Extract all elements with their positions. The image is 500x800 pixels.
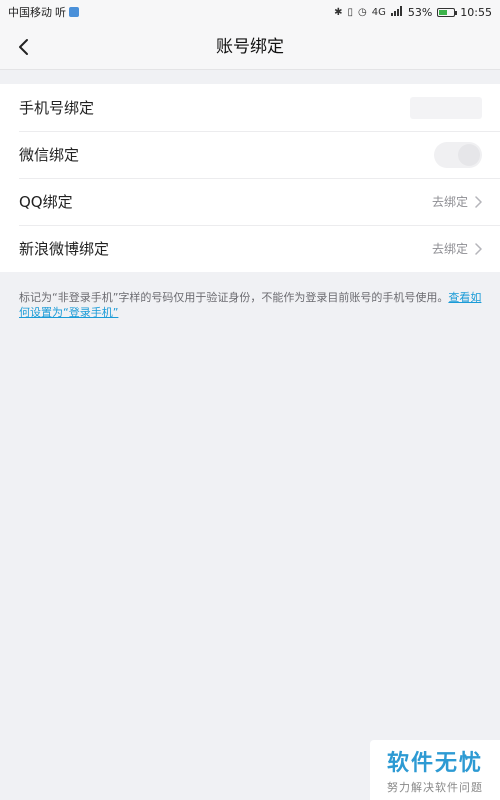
wechat-toggle[interactable]: [434, 141, 482, 168]
watermark-subtitle: 努力解决软件问题: [387, 781, 483, 794]
status-indicators: ✱ ▯ ◷ 4G 53% 10:55: [334, 5, 492, 19]
watermark-title: 软件无忧: [386, 751, 483, 776]
status-bar: 中国移动 听 ✱ ▯ ◷ 4G 53% 10:55: [0, 0, 500, 24]
signal-icon: [390, 5, 403, 19]
carrier-name: 中国移动: [8, 6, 52, 19]
alarm-icon: ◷: [357, 6, 367, 18]
binding-label: QQ绑定: [19, 193, 73, 211]
binding-label: 微信绑定: [19, 146, 80, 164]
login-phone-note: 标记为“非登录手机”字样的号码仅用于验证身份，不能作为登录目前账号的手机号使用。…: [19, 290, 484, 320]
chevron-right-icon: [474, 195, 482, 208]
toggle-knob: [458, 143, 480, 166]
chevron-left-icon: [19, 39, 28, 55]
nav-bar: 账号绑定: [0, 24, 500, 70]
binding-list: 手机号绑定 微信绑定 QQ绑定 去绑定 新浪微博绑定 去绑定: [0, 84, 500, 272]
chevron-right-icon: [474, 242, 482, 255]
app-badge-icon: [69, 7, 79, 17]
binding-row-wechat[interactable]: 微信绑定: [0, 131, 500, 178]
carrier-suffix: 听: [55, 6, 66, 19]
clock: 10:55: [460, 5, 492, 19]
back-button[interactable]: [10, 33, 38, 61]
binding-label: 新浪微博绑定: [19, 240, 110, 258]
masked-phone-number: [410, 96, 482, 119]
bluetooth-icon: ✱: [334, 6, 343, 18]
note-text: 标记为“非登录手机”字样的号码仅用于验证身份，不能作为登录目前账号的手机号使用。: [19, 291, 449, 304]
binding-row-weibo[interactable]: 新浪微博绑定 去绑定: [0, 225, 500, 272]
binding-value: [410, 96, 482, 119]
carrier-info: 中国移动 听: [8, 4, 79, 20]
binding-row-qq[interactable]: QQ绑定 去绑定: [0, 178, 500, 225]
binding-label: 手机号绑定: [19, 99, 95, 117]
bind-status: 去绑定: [431, 242, 468, 256]
site-watermark: 软件无忧 努力解决软件问题: [370, 740, 500, 800]
binding-row-phone[interactable]: 手机号绑定: [0, 84, 500, 131]
binding-action: 去绑定: [432, 240, 482, 257]
account-binding-screen: 中国移动 听 ✱ ▯ ◷ 4G 53% 10:55 账号绑定 手机号绑定 微信绑…: [0, 0, 500, 800]
vibrate-icon: ▯: [347, 6, 353, 18]
binding-action: 去绑定: [432, 193, 482, 210]
battery-icon: [437, 7, 458, 17]
battery-percent: 53%: [407, 5, 433, 19]
binding-value: [434, 141, 482, 168]
battery-level: [439, 9, 447, 15]
bind-status: 去绑定: [431, 195, 468, 209]
network-type: 4G: [371, 6, 386, 18]
page-title: 账号绑定: [216, 37, 284, 57]
